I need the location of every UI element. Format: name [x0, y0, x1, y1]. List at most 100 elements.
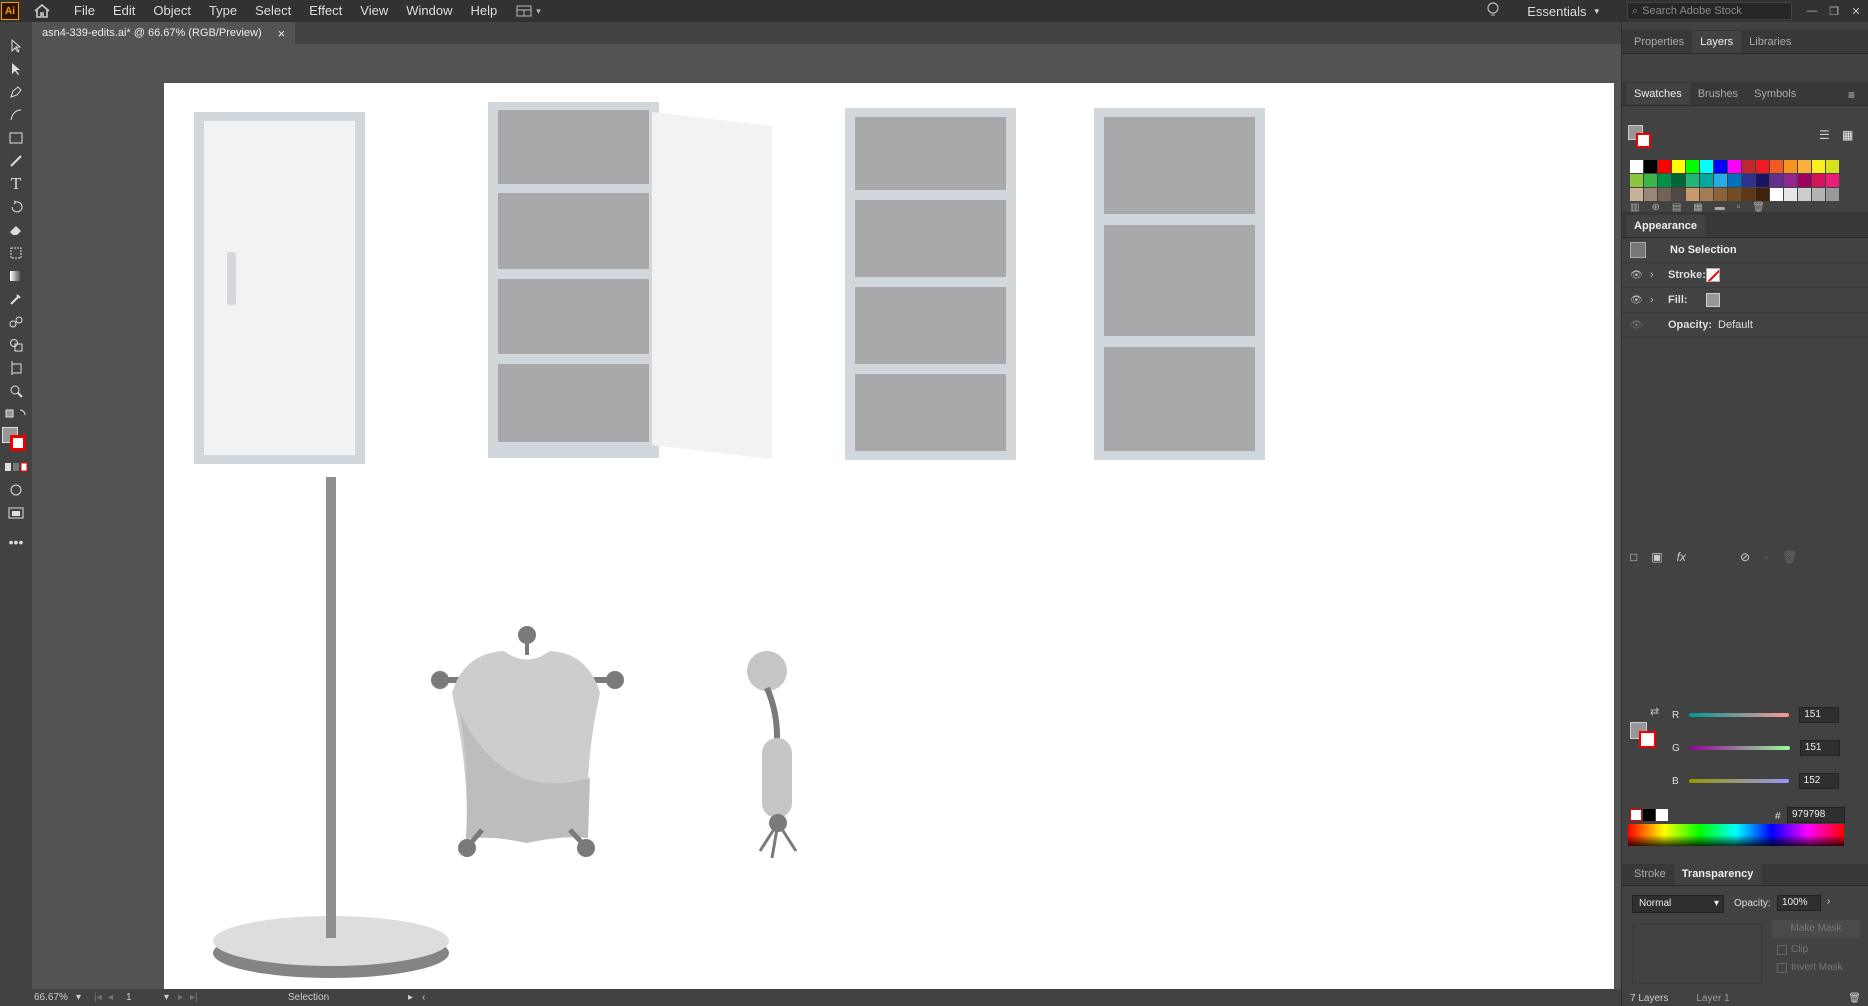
last-artboard-icon[interactable]: ▸| — [190, 992, 210, 1003]
hex-value[interactable]: 979798 — [1787, 807, 1845, 823]
selection-tool-icon[interactable] — [0, 34, 32, 57]
none-black-white-swatches[interactable] — [1630, 809, 1668, 821]
menu-window[interactable]: Window — [397, 0, 461, 22]
add-stroke-icon[interactable]: □ — [1630, 550, 1637, 564]
fill-stroke-swatch[interactable] — [0, 425, 32, 455]
more-tools-icon[interactable]: ••• — [0, 530, 32, 553]
expand-chevron-icon[interactable]: › — [1650, 269, 1668, 281]
visibility-eye-icon[interactable]: 👁 — [1630, 320, 1650, 331]
tab-brushes[interactable]: Brushes — [1690, 83, 1746, 105]
swatch-chip[interactable] — [1784, 174, 1797, 187]
swatch-chip[interactable] — [1826, 188, 1839, 201]
swatch-chip[interactable] — [1826, 160, 1839, 173]
home-icon[interactable] — [29, 0, 55, 22]
stock-search-input[interactable]: ⌕ Search Adobe Stock — [1627, 2, 1792, 20]
appearance-stroke-row[interactable]: 👁 › Stroke: — [1622, 263, 1868, 288]
color-spectrum-bar[interactable] — [1628, 824, 1844, 846]
swatch-chip[interactable] — [1700, 188, 1713, 201]
appearance-fill-row[interactable]: 👁 › Fill: — [1622, 288, 1868, 313]
swatch-chip[interactable] — [1770, 160, 1783, 173]
menu-help[interactable]: Help — [461, 0, 506, 22]
tab-swatches[interactable]: Swatches — [1626, 83, 1690, 105]
swatch-chip[interactable] — [1812, 188, 1825, 201]
swatch-chip[interactable] — [1658, 188, 1671, 201]
tab-libraries[interactable]: Libraries — [1741, 31, 1799, 53]
make-mask-button[interactable]: Make Mask — [1772, 920, 1860, 938]
direct-selection-tool-icon[interactable] — [0, 57, 32, 80]
artboard[interactable] — [164, 83, 1614, 989]
closed-cabinet[interactable] — [194, 112, 365, 464]
eyedropper-tool-icon[interactable] — [0, 287, 32, 310]
swatch-chip[interactable] — [1644, 160, 1657, 173]
add-fill-icon[interactable]: ▣ — [1651, 550, 1662, 564]
menu-file[interactable]: File — [65, 0, 104, 22]
swatch-chip[interactable] — [1756, 188, 1769, 201]
shape-builder-tool-icon[interactable] — [0, 333, 32, 356]
clear-appearance-icon[interactable]: ⊘ — [1740, 550, 1750, 564]
menu-select[interactable]: Select — [246, 0, 300, 22]
menu-view[interactable]: View — [351, 0, 397, 22]
minimize-icon[interactable]: — — [1804, 5, 1820, 18]
swatch-chip[interactable] — [1770, 174, 1783, 187]
menu-type[interactable]: Type — [200, 0, 246, 22]
swatch-chip[interactable] — [1728, 160, 1741, 173]
swatch-chip[interactable] — [1742, 188, 1755, 201]
rectangle-tool-icon[interactable] — [0, 126, 32, 149]
swatch-chip[interactable] — [1686, 188, 1699, 201]
tab-properties[interactable]: Properties — [1626, 31, 1692, 53]
g-value[interactable]: 151 — [1799, 740, 1840, 756]
rotate-tool-icon[interactable] — [0, 195, 32, 218]
duplicate-item-icon[interactable]: ▫ — [1764, 550, 1768, 564]
stroke-swatch[interactable] — [1706, 268, 1720, 282]
swatch-chip[interactable] — [1798, 188, 1811, 201]
swatch-chip[interactable] — [1756, 160, 1769, 173]
chevron-right-icon[interactable]: › — [1827, 896, 1830, 907]
delete-item-icon[interactable]: 🗑 — [1782, 550, 1797, 564]
grid-view-icon[interactable]: ▦ — [1842, 128, 1853, 142]
chevron-down-icon[interactable]: ▾ — [76, 992, 94, 1003]
hanger-with-shirt[interactable] — [431, 626, 624, 857]
blend-mode-select[interactable]: Normal ▾ — [1632, 895, 1724, 913]
curvature-tool-icon[interactable] — [0, 103, 32, 126]
open-cabinet[interactable] — [488, 102, 772, 459]
expand-chevron-icon[interactable]: › — [1650, 294, 1668, 306]
swatch-chip[interactable] — [1714, 188, 1727, 201]
swatch-chip[interactable] — [1686, 160, 1699, 173]
swatch-chip[interactable] — [1798, 174, 1811, 187]
type-tool-icon[interactable]: T — [0, 172, 32, 195]
blend-tool-icon[interactable] — [0, 310, 32, 333]
canvas-area[interactable] — [32, 44, 1621, 989]
pen-tool-icon[interactable] — [0, 80, 32, 103]
fill-swatch[interactable] — [1706, 293, 1720, 307]
swatch-chip[interactable] — [1756, 174, 1769, 187]
artboard-number[interactable]: 1 — [126, 992, 164, 1003]
swatch-chip[interactable] — [1686, 174, 1699, 187]
clip-checkbox[interactable]: Clip — [1777, 944, 1808, 955]
scroll-left-icon[interactable]: ‹ — [422, 992, 436, 1003]
swatch-chip[interactable] — [1630, 160, 1643, 173]
first-artboard-icon[interactable]: |◂ — [94, 992, 108, 1003]
swatch-chip[interactable] — [1700, 160, 1713, 173]
swatch-chip[interactable] — [1658, 174, 1671, 187]
opacity-value[interactable]: Default — [1718, 319, 1753, 331]
swatch-chip[interactable] — [1630, 188, 1643, 201]
delete-layer-icon[interactable]: 🗑 — [1848, 993, 1861, 1004]
color-mode-icon[interactable] — [0, 455, 32, 478]
swatch-chip[interactable] — [1714, 174, 1727, 187]
swatch-chip[interactable] — [1784, 160, 1797, 173]
chevron-down-icon[interactable]: ▾ — [164, 992, 178, 1003]
swatch-chip[interactable] — [1826, 174, 1839, 187]
visibility-eye-icon[interactable]: 👁 — [1630, 295, 1650, 306]
swatch-chip[interactable] — [1700, 174, 1713, 187]
document-tab[interactable]: asn4-339-edits.ai* @ 66.67% (RGB/Preview… — [32, 22, 296, 44]
swatch-chip[interactable] — [1728, 174, 1741, 187]
close-tab-icon[interactable]: × — [278, 26, 286, 41]
b-value[interactable]: 152 — [1798, 773, 1839, 789]
gradient-tool-icon[interactable] — [0, 264, 32, 287]
prev-artboard-icon[interactable]: ◂ — [108, 992, 120, 1003]
swatch-chip[interactable] — [1672, 188, 1685, 201]
pole-stand[interactable] — [213, 477, 449, 978]
r-value[interactable]: 151 — [1799, 707, 1840, 723]
swatch-chip[interactable] — [1784, 188, 1797, 201]
swatch-chip[interactable] — [1812, 174, 1825, 187]
